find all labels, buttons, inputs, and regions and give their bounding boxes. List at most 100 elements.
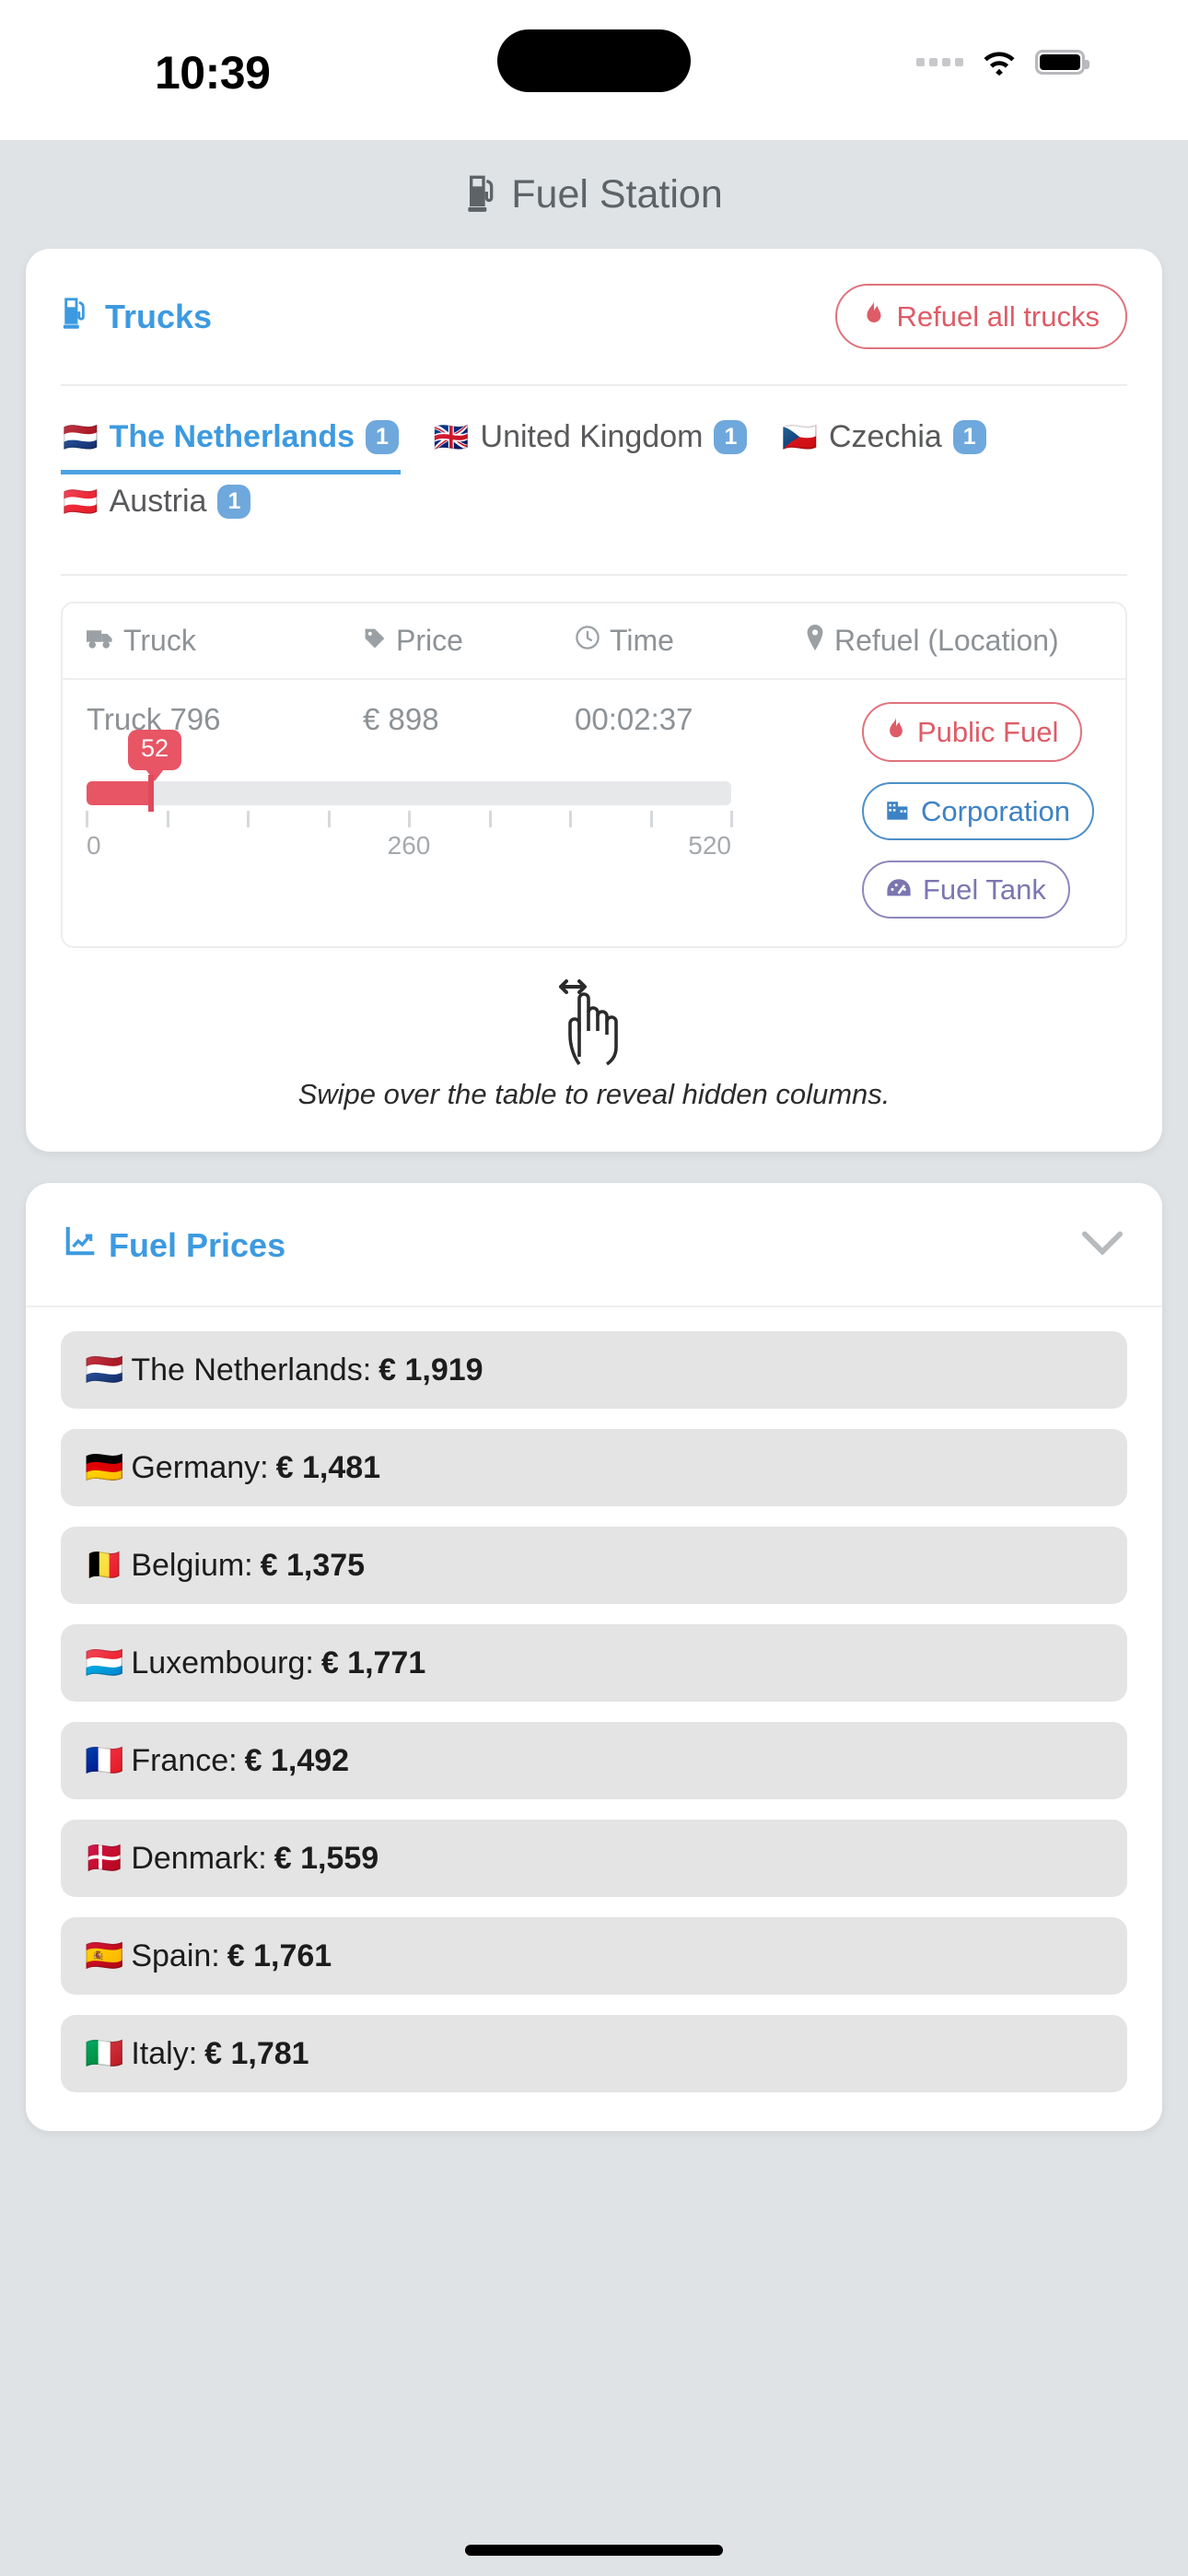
fuel-price-value: € 1,771 <box>320 1645 426 1680</box>
tab-label: Czechia <box>828 419 942 454</box>
slider-scale: 0 260 520 <box>87 831 731 864</box>
dynamic-island <box>497 29 691 92</box>
fuel-price-item: 🇩🇪 Germany: € 1,481 <box>61 1429 1127 1506</box>
tab-badge: 1 <box>366 419 399 455</box>
status-bar: 10:39 <box>0 0 1188 140</box>
table-header-row: Truck Price Time Refuel (Location) <box>63 603 1125 680</box>
flag-icon: 🇪🇸 <box>85 1938 124 1973</box>
cell-time: 00:02:37 <box>575 702 693 736</box>
flag-icon: 🇫🇷 <box>85 1743 124 1778</box>
fuel-price-item: 🇱🇺 Luxembourg: € 1,771 <box>61 1624 1127 1702</box>
fuel-price-value: € 1,919 <box>379 1352 483 1388</box>
tab-badge: 1 <box>217 484 251 520</box>
corporation-button[interactable]: Corporation <box>862 782 1094 840</box>
flag-icon-at: 🇦🇹 <box>63 486 99 518</box>
home-indicator <box>465 2545 723 2556</box>
flag-icon-gb: 🇬🇧 <box>433 421 470 453</box>
column-header-label: Price <box>396 624 463 657</box>
tab-badge: 1 <box>714 419 748 455</box>
flag-icon: 🇩🇪 <box>85 1450 124 1485</box>
slider-tick <box>408 811 411 827</box>
public-fuel-button[interactable]: Public Fuel <box>862 702 1083 762</box>
slider-tick <box>86 811 88 827</box>
trucks-card-header: Trucks Refuel all trucks <box>26 249 1162 349</box>
flag-icon: 🇮🇹 <box>85 2036 124 2071</box>
tab-label: United Kingdom <box>480 419 704 454</box>
scroll-content[interactable]: Trucks Refuel all trucks 🇳🇱 The Netherla… <box>0 249 1188 2576</box>
fuel-pump-icon <box>61 295 92 338</box>
fuel-price-item: 🇩🇰 Denmark: € 1,559 <box>61 1820 1127 1897</box>
status-bar-indicators <box>916 48 1089 76</box>
row-action-buttons: Public Fuel Corporation Fuel Tank <box>862 702 1101 919</box>
fuel-prices-header[interactable]: Fuel Prices <box>26 1183 1162 1307</box>
wifi-icon <box>982 48 1017 76</box>
tab-austria[interactable]: 🇦🇹 Austria 1 <box>61 474 252 539</box>
page-header: Fuel Station <box>0 140 1188 249</box>
fuel-slider[interactable]: 52 0 260 520 <box>86 730 768 864</box>
fuel-price-country: Belgium: <box>131 1547 253 1583</box>
slider-min-label: 0 <box>87 831 101 860</box>
price-tag-icon <box>363 624 387 658</box>
trucks-table[interactable]: Truck Price Time Refuel (Location) Truck… <box>61 602 1127 948</box>
tabs-divider <box>61 574 1127 576</box>
country-tabs[interactable]: 🇳🇱 The Netherlands 1 🇬🇧 United Kingdom 1… <box>26 386 1162 539</box>
building-icon <box>886 797 910 825</box>
slider-track[interactable] <box>87 775 731 812</box>
public-fuel-label: Public Fuel <box>917 716 1059 748</box>
map-pin-icon <box>805 624 825 658</box>
slider-fill <box>87 781 151 805</box>
tab-united-kingdom[interactable]: 🇬🇧 United Kingdom 1 <box>432 410 749 474</box>
fuel-price-item: 🇮🇹 Italy: € 1,781 <box>61 2015 1127 2092</box>
swipe-hand-icon <box>61 976 1127 1072</box>
chevron-down-icon[interactable] <box>1081 1229 1124 1261</box>
cell-truck: Truck 796 <box>87 702 221 736</box>
fuel-price-country: Luxembourg: <box>131 1645 314 1680</box>
tab-label: Austria <box>109 484 207 519</box>
column-header-label: Truck <box>123 624 196 657</box>
trucks-title: Trucks <box>105 297 213 335</box>
page-title: Fuel Station <box>511 171 723 217</box>
slider-tick <box>569 811 572 827</box>
slider-tick <box>327 811 331 827</box>
fuel-prices-title-group: Fuel Prices <box>64 1225 285 1265</box>
flag-icon-nl: 🇳🇱 <box>63 421 99 453</box>
slider-mid-label: 260 <box>387 831 431 860</box>
slider-tick <box>166 811 169 827</box>
fuel-price-item: 🇫🇷 France: € 1,492 <box>61 1722 1127 1799</box>
refuel-all-trucks-button[interactable]: Refuel all trucks <box>835 284 1127 349</box>
tab-czechia[interactable]: 🇨🇿 Czechia 1 <box>780 410 987 474</box>
slider-tick <box>649 811 653 827</box>
signal-dots-icon <box>916 57 963 66</box>
fuel-tank-button[interactable]: Fuel Tank <box>862 861 1070 919</box>
fuel-price-country: Germany: <box>131 1449 269 1485</box>
fuel-price-value: € 1,559 <box>274 1840 379 1876</box>
corporation-label: Corporation <box>921 795 1070 827</box>
tab-badge: 1 <box>952 419 986 455</box>
column-header-price: Price <box>363 624 575 658</box>
swipe-hint: Swipe over the table to reveal hidden co… <box>26 948 1162 1152</box>
clock-icon <box>575 624 600 658</box>
slider-max-label: 520 <box>688 831 731 860</box>
fuel-prices-list: 🇳🇱 The Netherlands: € 1,919 🇩🇪 Germany: € 1,4… <box>26 1307 1162 2131</box>
flag-icon: 🇱🇺 <box>85 1645 124 1680</box>
fuel-price-item: 🇪🇸 Spain: € 1,761 <box>61 1917 1127 1995</box>
flag-icon: 🇩🇰 <box>85 1841 124 1876</box>
column-header-label: Refuel (Location) <box>834 624 1059 657</box>
tab-the-netherlands[interactable]: 🇳🇱 The Netherlands 1 <box>61 410 401 474</box>
fuel-price-value: € 1,375 <box>260 1547 366 1583</box>
fuel-price-country: Spain: <box>131 1938 220 1973</box>
fuel-price-country: Italy: <box>131 2035 198 2071</box>
fuel-price-value: € 1,781 <box>204 2035 309 2071</box>
flame-icon <box>886 717 906 747</box>
fuel-prices-card: Fuel Prices 🇳🇱 The Netherlands: € 1,919 🇩🇪 G… <box>26 1183 1162 2131</box>
gauge-icon <box>886 875 912 904</box>
phone-screen: 10:39 Fuel Station Trucks Refuel all tru… <box>0 0 1188 2576</box>
fuel-price-item: 🇧🇪 Belgium: € 1,375 <box>61 1527 1127 1604</box>
slider-handle[interactable] <box>148 775 154 812</box>
slider-value-tooltip: 52 <box>127 730 182 781</box>
table-row-values: Truck 796 € 898 00:02:37 <box>87 702 862 737</box>
flag-icon-cz: 🇨🇿 <box>782 421 818 453</box>
truck-icon <box>87 624 114 658</box>
trucks-card: Trucks Refuel all trucks 🇳🇱 The Netherla… <box>26 249 1162 1152</box>
trucks-title-group: Trucks <box>61 295 212 338</box>
